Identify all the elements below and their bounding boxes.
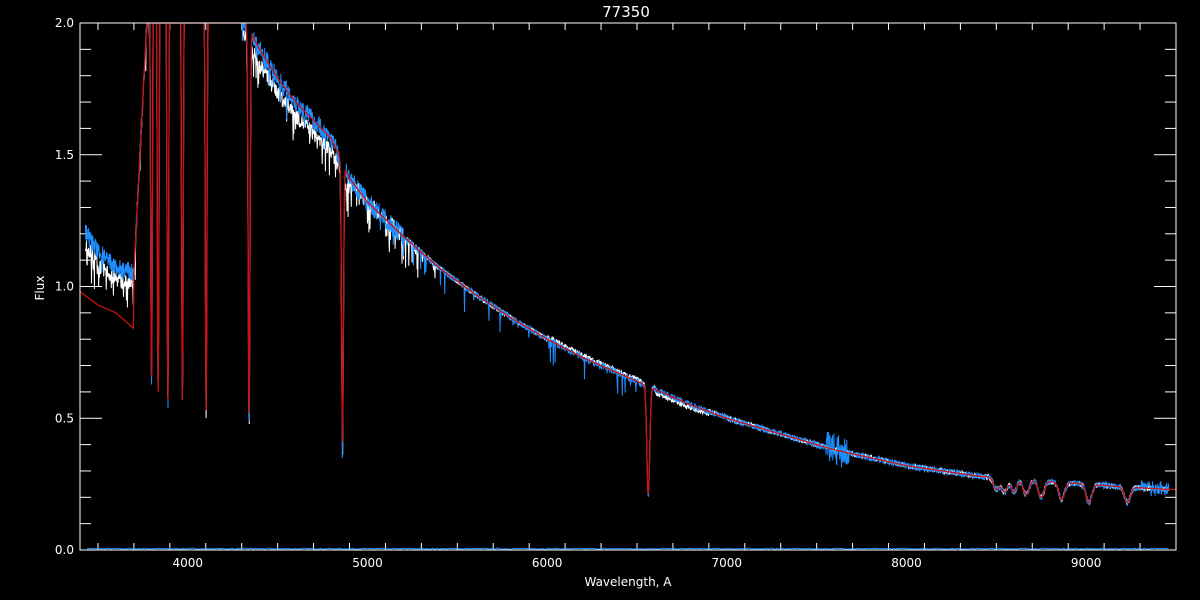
x-tick-label: 6000 [532,556,563,570]
x-tick-label: 4000 [173,556,204,570]
spectrum-chart: 77350 Wavelength, A Flux 4000 5000 6000 700… [33,3,1177,589]
y-tick-label: 0.0 [55,543,74,557]
plot-frame [79,22,1177,551]
y-tick-label: 1.0 [55,280,74,294]
y-tick-label: 2.0 [55,16,74,30]
chart-title: 77350 [602,3,650,21]
x-axis-label: Wavelength, A [584,575,672,589]
y-tick-label: 0.5 [55,411,74,425]
model-spectrum-red [79,22,1176,504]
y-axis-label: Flux [33,276,47,301]
series-layer [79,22,1176,550]
x-tick-label: 7000 [712,556,743,570]
y-tick-label: 1.5 [55,148,74,162]
x-tick-label: 8000 [891,556,922,570]
error-spectrum [86,547,1169,550]
x-tick-label: 5000 [352,556,383,570]
x-tick-label: 9000 [1071,556,1102,570]
